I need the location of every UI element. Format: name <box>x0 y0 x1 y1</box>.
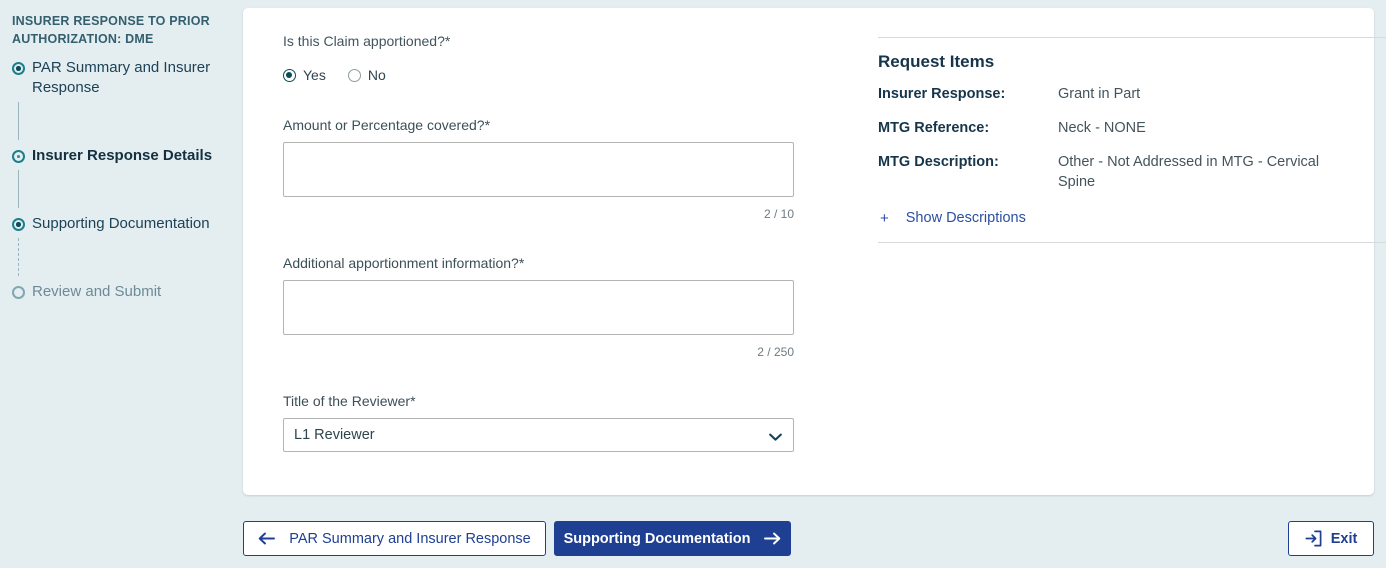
main-card: Is this Claim apportioned?* Yes No Amoun… <box>243 8 1386 495</box>
additional-info-counter: 2 / 250 <box>757 345 794 359</box>
show-descriptions-link[interactable]: + Show Descriptions <box>880 210 1386 226</box>
mtg-description-value: Other - Not Addressed in MTG - Cervical … <box>1058 154 1320 190</box>
arrow-left-icon <box>258 532 276 545</box>
sidebar: INSURER RESPONSE TO PRIOR AUTHORIZATION:… <box>0 0 243 568</box>
show-descriptions-label: Show Descriptions <box>905 210 1026 226</box>
apportioned-label: Is this Claim apportioned?* <box>283 33 451 49</box>
additional-info-field-block: Additional apportionment information?* 2… <box>283 255 838 359</box>
divider-bottom <box>878 242 1386 243</box>
page-root: INSURER RESPONSE TO PRIOR AUTHORIZATION:… <box>0 0 1386 568</box>
insurer-response-key: Insurer Response: <box>878 86 1006 102</box>
exit-button-label: Exit <box>1330 530 1358 547</box>
radio-no-icon[interactable] <box>347 68 361 82</box>
sidebar-step-label: Insurer Response Details <box>32 147 213 164</box>
arrow-right-icon <box>764 532 781 545</box>
step-connector <box>18 102 19 140</box>
request-item-row: Insurer Response: Grant in Part <box>878 84 1386 104</box>
insurer-response-value: Grant in Part <box>1058 86 1141 102</box>
sidebar-title: INSURER RESPONSE TO PRIOR AUTHORIZATION:… <box>12 14 210 46</box>
step-connector <box>18 170 19 208</box>
amount-label: Amount or Percentage covered?* <box>283 117 491 133</box>
apportioned-radio-group: Yes No <box>283 67 838 83</box>
reviewer-title-select[interactable]: L1 ReviewerL2 ReviewerL3 Reviewer <box>283 418 794 452</box>
form-column: Is this Claim apportioned?* Yes No Amoun… <box>283 30 838 495</box>
step-list: PAR Summary and Insurer Response Insurer… <box>12 58 225 302</box>
sidebar-step-insurer-response-details[interactable]: Insurer Response Details <box>12 146 225 166</box>
next-button-label: Supporting Documentation <box>563 530 751 547</box>
mtg-description-key: MTG Description: <box>878 154 999 170</box>
apportioned-option-no[interactable]: No <box>347 67 386 83</box>
exit-button[interactable]: Exit <box>1288 521 1374 556</box>
step-connector-dashed <box>18 238 19 276</box>
apportioned-option-yes[interactable]: Yes <box>283 67 326 83</box>
mtg-reference-value: Neck - NONE <box>1058 120 1146 136</box>
radio-selected-icon <box>12 218 25 231</box>
request-item-row: MTG Description: Other - Not Addressed i… <box>878 152 1386 192</box>
mtg-reference-key: MTG Reference: <box>878 120 990 136</box>
amount-input[interactable] <box>283 142 794 197</box>
request-items-title: Request Items <box>878 52 995 71</box>
back-button[interactable]: PAR Summary and Insurer Response <box>243 521 546 556</box>
plus-icon: + <box>880 209 889 227</box>
apportioned-option-no-label: No <box>367 67 386 83</box>
amount-field-block: Amount or Percentage covered?* 2 / 10 <box>283 117 838 221</box>
reviewer-title-field-block: Title of the Reviewer* L1 ReviewerL2 Rev… <box>283 393 838 452</box>
back-button-label: PAR Summary and Insurer Response <box>289 530 531 547</box>
next-button[interactable]: Supporting Documentation <box>554 521 791 556</box>
additional-info-label: Additional apportionment information?* <box>283 255 525 271</box>
radio-empty-icon <box>12 286 25 299</box>
sidebar-step-label: Supporting Documentation <box>32 215 210 232</box>
reviewer-title-label: Title of the Reviewer* <box>283 393 416 409</box>
sidebar-step-label: PAR Summary and Insurer Response <box>32 59 211 96</box>
radio-yes-icon[interactable] <box>283 68 296 82</box>
request-items-panel: Request Items Insurer Response: Grant in… <box>838 30 1386 495</box>
additional-info-input[interactable] <box>283 280 794 335</box>
sidebar-step-label: Review and Submit <box>32 283 162 300</box>
radio-selected-icon <box>12 62 25 75</box>
apportioned-option-yes-label: Yes <box>303 67 326 83</box>
exit-icon <box>1305 530 1322 547</box>
radio-current-icon <box>12 150 25 163</box>
divider-top <box>878 37 1386 38</box>
amount-counter: 2 / 10 <box>763 207 794 221</box>
sidebar-step-par-summary[interactable]: PAR Summary and Insurer Response <box>12 58 225 98</box>
request-item-row: MTG Reference: Neck - NONE <box>878 118 1386 138</box>
footer-actions: PAR Summary and Insurer Response Support… <box>0 518 1386 568</box>
sidebar-step-review-and-submit[interactable]: Review and Submit <box>12 282 225 302</box>
sidebar-step-supporting-documentation[interactable]: Supporting Documentation <box>12 214 225 234</box>
